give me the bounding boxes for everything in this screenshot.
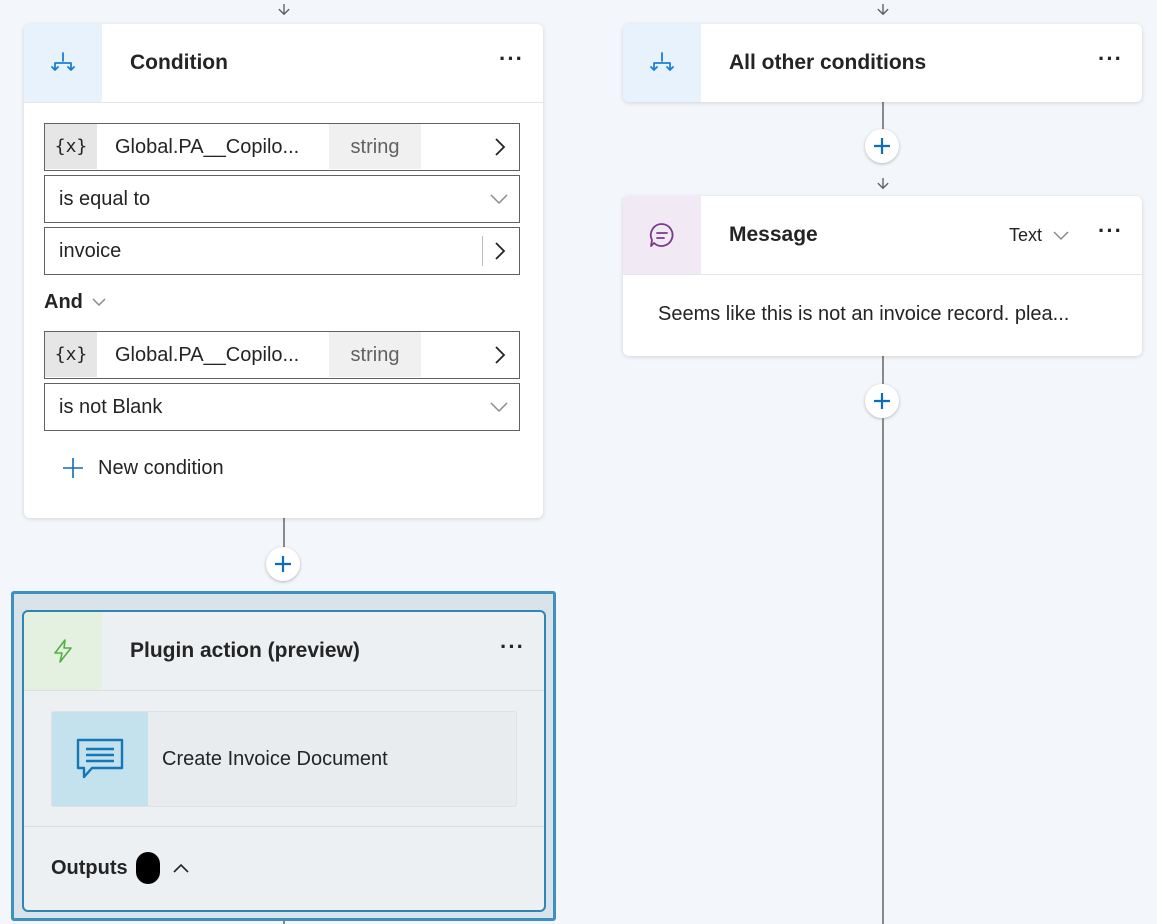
and-dropdown[interactable]: And — [44, 290, 107, 314]
outputs-toggle[interactable]: Outputs — [51, 848, 190, 888]
type-chip: string — [329, 332, 421, 377]
format-label: Text — [1009, 224, 1043, 245]
plus-icon — [874, 393, 890, 409]
more-options-button[interactable]: ··· — [1098, 24, 1123, 102]
plugin-action-card[interactable]: Plugin action (preview) ··· Create Invoi… — [22, 610, 546, 912]
add-node-button[interactable] — [865, 384, 899, 418]
operator-value: is equal to — [59, 188, 151, 210]
all-other-conditions-card[interactable]: All other conditions ··· — [623, 24, 1142, 102]
divider — [482, 236, 483, 266]
more-options-button[interactable]: ··· — [500, 612, 525, 690]
condition-icon-tile — [623, 24, 701, 102]
message-lines-icon — [76, 738, 124, 779]
message-icon-tile — [623, 196, 701, 274]
message-header: Message Text ··· — [623, 196, 1142, 275]
variable-picker[interactable]: {x} Global.PA__Copilo... string — [44, 331, 520, 379]
variable-name: Global.PA__Copilo... — [115, 136, 300, 158]
card-title: Plugin action (preview) — [130, 639, 360, 662]
arrow-down-icon — [877, 4, 889, 16]
connector-line — [882, 101, 884, 131]
variable-chip: {x} — [45, 332, 97, 377]
branch-icon — [51, 52, 75, 71]
plus-icon — [63, 458, 83, 478]
variable-picker[interactable]: {x} Global.PA__Copilo... string — [44, 123, 520, 171]
new-condition-label: New condition — [98, 456, 224, 479]
connector-line — [882, 356, 884, 384]
value-input[interactable]: invoice — [44, 227, 520, 275]
chevron-right-icon[interactable] — [493, 332, 507, 378]
operator-dropdown[interactable]: is not Blank — [44, 383, 520, 431]
operator-dropdown[interactable]: is equal to — [44, 175, 520, 223]
chevron-up-icon — [173, 863, 189, 873]
other-header: All other conditions ··· — [623, 24, 1142, 102]
new-condition-button[interactable]: New condition — [62, 454, 224, 482]
chevron-right-icon[interactable] — [493, 228, 507, 274]
arrow-down-icon — [877, 178, 889, 190]
more-options-button[interactable]: ··· — [499, 24, 524, 102]
card-title: All other conditions — [729, 51, 927, 74]
value-text: invoice — [59, 240, 122, 262]
more-options-button[interactable]: ··· — [1098, 196, 1123, 274]
connector-line — [283, 518, 285, 548]
chevron-down-icon — [489, 384, 509, 430]
and-label: And — [44, 290, 83, 313]
plus-icon — [275, 556, 291, 572]
add-node-button[interactable] — [266, 547, 300, 581]
branch-icon — [650, 52, 674, 71]
message-card[interactable]: Message Text ··· Seems like this is not … — [623, 196, 1142, 356]
chevron-right-icon[interactable] — [493, 124, 507, 170]
action-icon-tile — [52, 712, 148, 806]
outputs-count-badge — [135, 852, 160, 884]
connector-line — [882, 418, 884, 924]
arrow-down-icon — [278, 4, 290, 16]
action-item[interactable]: Create Invoice Document — [51, 711, 517, 807]
chevron-down-icon — [1053, 230, 1069, 240]
card-title: Condition — [130, 51, 228, 74]
chevron-down-icon — [489, 176, 509, 222]
lightning-icon — [54, 639, 72, 663]
variable-name: Global.PA__Copilo... — [115, 344, 300, 366]
variable-chip: {x} — [45, 124, 97, 169]
plugin-header: Plugin action (preview) ··· — [24, 612, 544, 691]
action-name: Create Invoice Document — [162, 748, 388, 770]
message-body[interactable]: Seems like this is not an invoice record… — [658, 274, 1069, 354]
condition-card[interactable]: Condition ··· {x} Global.PA__Copilo... s… — [24, 24, 543, 518]
chevron-down-icon — [92, 298, 106, 307]
outputs-label: Outputs — [51, 856, 128, 879]
condition-icon-tile — [24, 24, 102, 102]
outputs-section — [24, 826, 544, 827]
type-chip: string — [329, 124, 421, 169]
condition-header: Condition ··· — [24, 24, 543, 103]
plus-icon — [874, 138, 890, 154]
format-dropdown[interactable]: Text — [1009, 196, 1070, 274]
card-title: Message — [729, 223, 818, 246]
chat-bubble-icon — [649, 223, 674, 247]
operator-value: is not Blank — [59, 396, 163, 418]
plugin-icon-tile — [24, 612, 102, 690]
add-node-button[interactable] — [865, 129, 899, 163]
